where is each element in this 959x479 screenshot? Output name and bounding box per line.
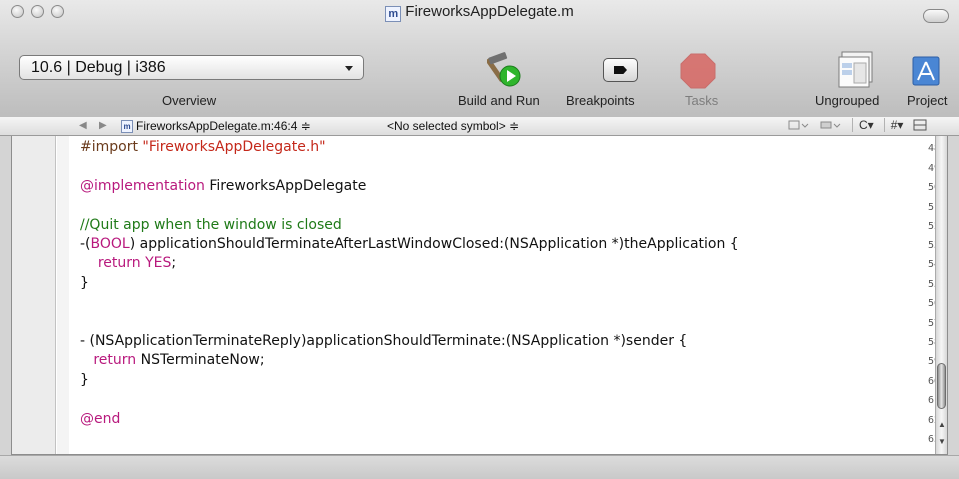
navigation-bar: ◀ ▶ m FireworksAppDelegate.m:46:4 ≑ <No … bbox=[0, 117, 959, 136]
file-history-popup[interactable]: FireworksAppDelegate.m:46:4 ≑ bbox=[136, 119, 311, 133]
scroll-up-arrow-icon[interactable]: ▲ bbox=[938, 420, 946, 429]
class-hierarchy-menu[interactable]: C▾ bbox=[852, 118, 874, 132]
code-line[interactable]: #import "FireworksAppDelegate.h" bbox=[80, 139, 326, 155]
chevron-down-icon bbox=[345, 66, 353, 71]
build-and-run-label[interactable]: Build and Run bbox=[458, 93, 540, 108]
file-icon: m bbox=[121, 120, 133, 133]
window-title-text: FireworksAppDelegate.m bbox=[405, 3, 574, 20]
code-line[interactable]: } bbox=[80, 372, 89, 388]
window-title: m FireworksAppDelegate.m bbox=[0, 3, 959, 22]
scrollbar-thumb[interactable] bbox=[937, 363, 946, 409]
bookmarks-icon[interactable] bbox=[788, 119, 810, 131]
breakpoints-icon[interactable] bbox=[603, 58, 638, 82]
code-editor[interactable]: 48 49 50 51 52 53 54 55 56 57 58 59 60 6… bbox=[11, 136, 948, 455]
forward-arrow-icon[interactable]: ▶ bbox=[99, 120, 107, 131]
build-and-run-icon[interactable] bbox=[487, 51, 527, 91]
code-line[interactable]: return NSTerminateNow; bbox=[80, 352, 264, 368]
breakpoints-label[interactable]: Breakpoints bbox=[566, 93, 635, 108]
objc-file-icon: m bbox=[385, 6, 402, 22]
toolbar-toggle-button[interactable] bbox=[923, 9, 949, 23]
scroll-down-arrow-icon[interactable]: ▼ bbox=[938, 437, 946, 446]
line-number-gutter bbox=[12, 136, 56, 454]
editor-tools: C▾ #▾ bbox=[788, 118, 927, 132]
ungrouped-icon[interactable] bbox=[836, 49, 878, 91]
code-line[interactable]: - (NSApplicationTerminateReply)applicati… bbox=[80, 333, 687, 349]
vertical-scrollbar[interactable]: ▲ ▼ bbox=[935, 136, 947, 454]
breakpoints-menu-icon[interactable] bbox=[820, 119, 842, 131]
status-bar bbox=[0, 455, 959, 479]
overview-label: Overview bbox=[162, 93, 217, 108]
code-line[interactable]: return YES; bbox=[80, 255, 176, 271]
code-line[interactable]: @end bbox=[80, 411, 120, 427]
xcode-window: m FireworksAppDelegate.m 10.6 | Debug | i… bbox=[0, 0, 959, 479]
overview-popup[interactable]: 10.6 | Debug | i386 bbox=[19, 55, 364, 80]
code-folding-ribbon[interactable] bbox=[57, 136, 69, 454]
split-editor-icon[interactable] bbox=[913, 119, 927, 131]
code-line[interactable]: //Quit app when the window is closed bbox=[80, 217, 342, 233]
tasks-label[interactable]: Tasks bbox=[685, 93, 718, 108]
back-arrow-icon[interactable]: ◀ bbox=[79, 120, 87, 131]
stop-icon[interactable] bbox=[680, 53, 716, 89]
code-line[interactable]: } bbox=[80, 275, 89, 291]
code-line[interactable]: -(BOOL) applicationShouldTerminateAfterL… bbox=[80, 236, 739, 252]
overview-value: 10.6 | Debug | i386 bbox=[31, 59, 166, 76]
included-files-menu[interactable]: #▾ bbox=[883, 118, 903, 132]
project-icon[interactable] bbox=[912, 56, 940, 86]
symbol-popup[interactable]: <No selected symbol> ≑ bbox=[387, 119, 519, 133]
window-chrome: m FireworksAppDelegate.m 10.6 | Debug | i… bbox=[0, 0, 959, 118]
code-line[interactable]: @implementation FireworksAppDelegate bbox=[80, 178, 366, 194]
ungrouped-label[interactable]: Ungrouped bbox=[815, 93, 879, 108]
project-label[interactable]: Project bbox=[907, 93, 947, 108]
